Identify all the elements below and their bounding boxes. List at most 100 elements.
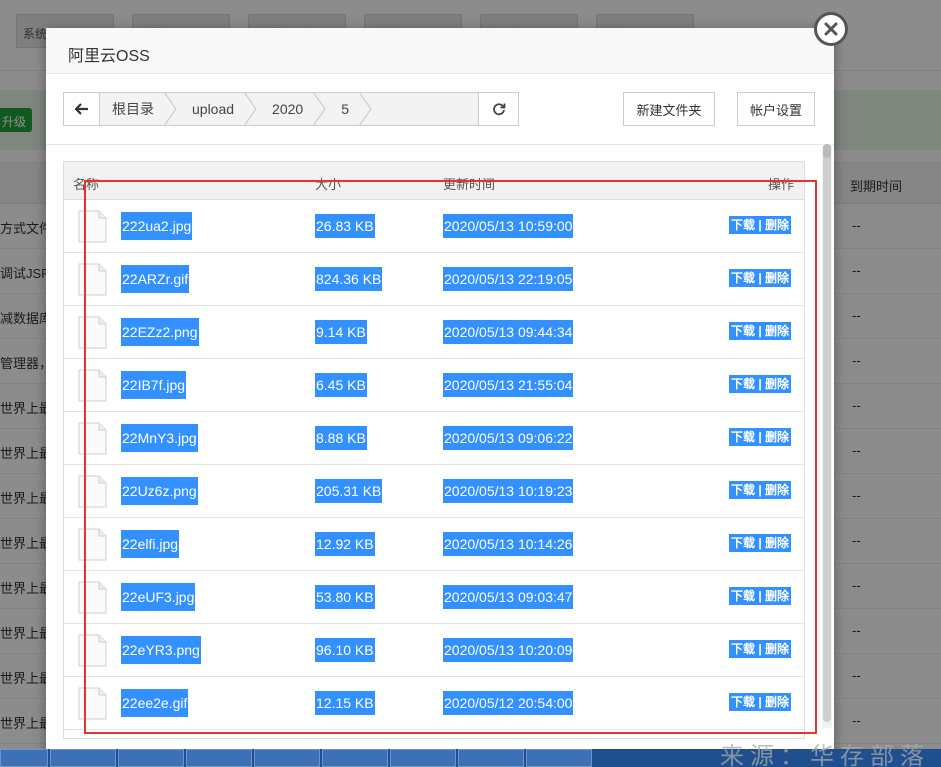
file-size: 12.15 KB (315, 691, 375, 715)
taskbar-item[interactable] (526, 749, 592, 767)
file-row[interactable]: 22EZz2.png 9.14 KB 2020/05/13 09:44:34 下载 |… (64, 306, 804, 359)
file-updated: 2020/05/13 09:06:22 (443, 426, 574, 450)
file-name[interactable]: 22eYR3.png (121, 636, 201, 664)
file-icon (78, 475, 107, 508)
divider (46, 144, 834, 145)
file-updated: 2020/05/13 21:55:04 (443, 373, 574, 397)
file-updated: 2020/05/12 20:54:00 (443, 691, 574, 715)
file-actions[interactable]: 下载 | 删除 (729, 481, 792, 499)
file-row[interactable]: 22ARZr.gif 824.36 KB 2020/05/13 22:19:05 下载… (64, 253, 804, 306)
file-updated: 2020/05/13 10:20:09 (443, 638, 574, 662)
file-table: 名称 大小 更新时间 操作 222ua2.jpg 26.83 KB 2020/05/… (63, 161, 805, 739)
breadcrumb-chevron-icon (244, 93, 257, 125)
back-arrow-icon (74, 103, 88, 115)
breadcrumb: 根目录 upload 2020 5 (63, 92, 479, 126)
file-name[interactable]: 22ARZr.gif (121, 265, 190, 293)
taskbar-item[interactable] (50, 749, 116, 767)
oss-modal: 阿里云OSS 根目录 upload 2020 5 新建文件夹 帐户设置 名称 大小 更… (46, 28, 834, 767)
file-row[interactable]: 22eYR3.png 96.10 KB 2020/05/13 10:20:09 下载 … (64, 624, 804, 677)
breadcrumb-label: upload (192, 101, 235, 117)
breadcrumb-chevron-icon (313, 93, 326, 125)
file-icon (78, 263, 107, 296)
file-row[interactable]: 22MnY3.jpg 8.88 KB 2020/05/13 09:06:22 下载 |… (64, 412, 804, 465)
scrollbar-thumb-top[interactable] (823, 144, 831, 158)
refresh-icon (492, 103, 505, 116)
file-size: 8.88 KB (315, 426, 367, 450)
watermark: 来源：华存部落 (720, 742, 930, 767)
file-actions[interactable]: 下载 | 删除 (729, 587, 792, 605)
close-button[interactable] (814, 12, 848, 46)
file-icon (78, 634, 107, 667)
file-size: 12.92 KB (315, 532, 375, 556)
taskbar-item[interactable] (186, 749, 252, 767)
breadcrumb-item[interactable]: 5 (329, 93, 375, 125)
file-row[interactable]: 222ua2.jpg 26.83 KB 2020/05/13 10:59:00 下载 … (64, 200, 804, 253)
taskbar-item[interactable] (322, 749, 388, 767)
taskbar-item[interactable] (390, 749, 456, 767)
file-size: 96.10 KB (315, 638, 375, 662)
scrollbar-thumb[interactable] (823, 144, 831, 722)
file-icon (78, 369, 107, 402)
file-updated: 2020/05/13 10:59:00 (443, 214, 574, 238)
file-updated: 2020/05/13 10:19:23 (443, 479, 574, 503)
breadcrumb-label: 根目录 (112, 101, 154, 117)
modal-title: 阿里云OSS (46, 28, 834, 74)
breadcrumb-chevron-icon (358, 93, 372, 125)
taskbar-item[interactable] (118, 749, 184, 767)
breadcrumb-item[interactable]: upload (180, 93, 260, 125)
file-size: 6.45 KB (315, 373, 367, 397)
file-actions[interactable]: 下载 | 删除 (729, 216, 792, 234)
file-name[interactable]: 22EZz2.png (121, 318, 199, 346)
file-name[interactable]: 22IB7f.jpg (121, 371, 187, 399)
taskbar-item[interactable] (458, 749, 524, 767)
file-table-header: 名称 大小 更新时间 操作 (64, 162, 804, 200)
breadcrumb-chevron-icon (163, 93, 177, 125)
account-settings-button[interactable]: 帐户设置 (737, 92, 815, 126)
file-updated: 2020/05/13 09:44:34 (443, 320, 574, 344)
column-size[interactable]: 大小 (315, 174, 341, 193)
file-size: 53.80 KB (315, 585, 375, 609)
column-updated[interactable]: 更新时间 (443, 174, 495, 193)
file-updated: 2020/05/13 22:19:05 (443, 267, 574, 291)
breadcrumb-item[interactable]: 根目录 (100, 93, 180, 125)
file-actions[interactable]: 下载 | 删除 (729, 640, 792, 658)
file-actions[interactable]: 下载 | 删除 (729, 693, 792, 711)
file-actions[interactable]: 下载 | 删除 (729, 428, 792, 446)
file-size: 26.83 KB (315, 214, 375, 238)
file-icon (78, 210, 107, 243)
file-name[interactable]: 22MnY3.jpg (121, 424, 198, 452)
file-row[interactable]: 22IB7f.jpg 6.45 KB 2020/05/13 21:55:04 下载 |… (64, 359, 804, 412)
scrollbar[interactable] (822, 144, 832, 728)
taskbar-item[interactable] (0, 749, 48, 767)
file-row[interactable]: 22eUF3.jpg 53.80 KB 2020/05/13 09:03:47 下载 … (64, 571, 804, 624)
toolbar: 根目录 upload 2020 5 新建文件夹 帐户设置 (63, 92, 818, 128)
file-name[interactable]: 222ua2.jpg (121, 212, 193, 240)
file-row[interactable]: 22Uz6z.png 205.31 KB 2020/05/13 10:19:23 下载… (64, 465, 804, 518)
file-actions[interactable]: 下载 | 删除 (729, 375, 792, 393)
back-button[interactable] (64, 93, 100, 125)
breadcrumb-item[interactable]: 2020 (260, 93, 329, 125)
file-name[interactable]: 22Uz6z.png (121, 477, 198, 505)
column-name[interactable]: 名称 (73, 174, 99, 193)
file-actions[interactable]: 下载 | 删除 (729, 534, 792, 552)
file-row[interactable]: 22elfi.jpg 12.92 KB 2020/05/13 10:14:26 下载 … (64, 518, 804, 571)
file-icon (78, 687, 107, 720)
file-updated: 2020/05/13 10:14:26 (443, 532, 574, 556)
file-icon (78, 528, 107, 561)
file-row[interactable]: 22ee2e.gif 12.15 KB 2020/05/12 20:54:00 下载 … (64, 677, 804, 730)
column-actions: 操作 (768, 177, 795, 192)
file-name[interactable]: 22eUF3.jpg (121, 583, 196, 611)
taskbar-item[interactable] (254, 749, 320, 767)
file-icon (78, 581, 107, 614)
file-name[interactable]: 22elfi.jpg (121, 530, 180, 558)
close-icon (824, 22, 838, 36)
file-name[interactable]: 22ee2e.gif (121, 689, 189, 717)
file-icon (78, 422, 107, 455)
file-actions[interactable]: 下载 | 删除 (729, 322, 792, 340)
refresh-button[interactable] (479, 92, 519, 126)
file-icon (78, 316, 107, 349)
file-actions[interactable]: 下载 | 删除 (729, 269, 792, 287)
breadcrumb-label: 5 (341, 101, 349, 117)
breadcrumb-label: 2020 (272, 101, 304, 117)
new-folder-button[interactable]: 新建文件夹 (623, 92, 715, 126)
